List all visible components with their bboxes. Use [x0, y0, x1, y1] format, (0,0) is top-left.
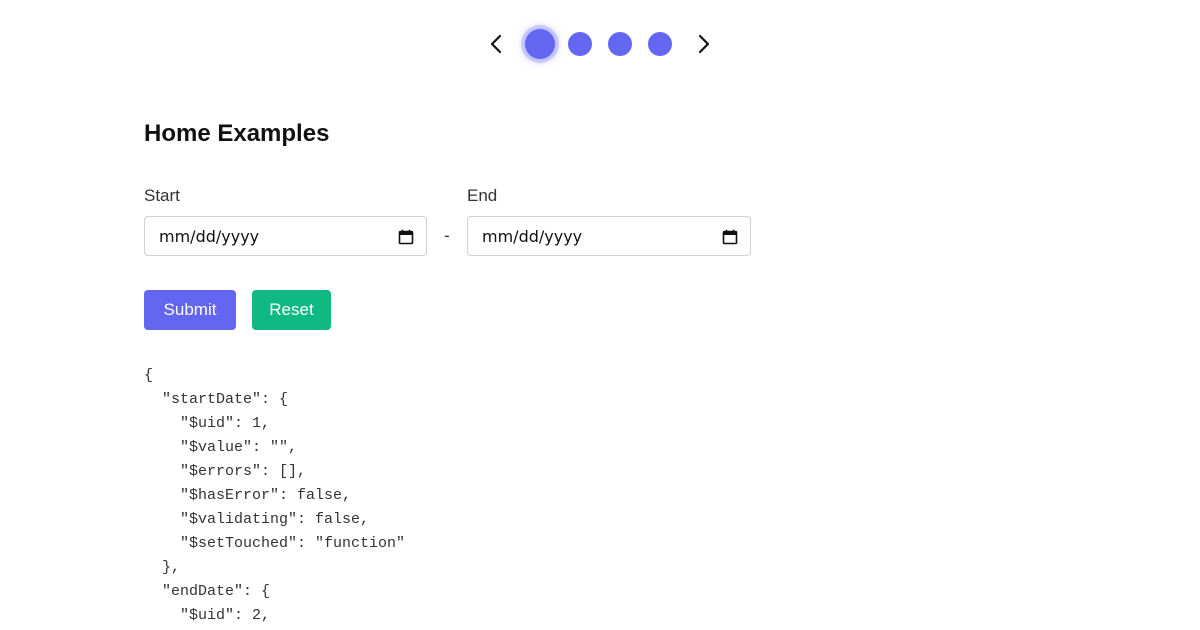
- end-date-input[interactable]: mm/dd/yyyy: [467, 216, 751, 256]
- chevron-right-icon[interactable]: [694, 32, 714, 56]
- pager-dot-3[interactable]: [608, 32, 632, 56]
- start-date-input[interactable]: mm/dd/yyyy: [144, 216, 427, 256]
- pager-dot-4[interactable]: [648, 32, 672, 56]
- chevron-left-icon[interactable]: [486, 32, 506, 56]
- pager-dot-1-active[interactable]: [525, 29, 555, 59]
- json-debug-output: { "startDate": { "$uid": 1, "$value": ""…: [144, 364, 405, 628]
- submit-button[interactable]: Submit: [144, 290, 236, 330]
- end-date-value: mm/dd/yyyy: [482, 227, 583, 246]
- json-line: "endDate": {: [144, 583, 271, 600]
- carousel-pager: [0, 24, 1200, 64]
- pager-dot-2[interactable]: [568, 32, 592, 56]
- json-line: },: [144, 559, 181, 576]
- end-date-label: End: [467, 186, 498, 205]
- json-line: {: [144, 367, 154, 384]
- start-date-label: Start: [144, 186, 180, 205]
- json-line: "startDate": {: [144, 391, 289, 408]
- json-line: "$uid": 2,: [144, 607, 271, 624]
- calendar-icon[interactable]: [398, 229, 414, 245]
- reset-button[interactable]: Reset: [252, 290, 331, 330]
- json-line: "$value": "",: [144, 439, 298, 456]
- date-range-separator: -: [444, 226, 450, 245]
- json-line: "$errors": [],: [144, 463, 307, 480]
- json-line: "$validating": false,: [144, 511, 370, 528]
- calendar-icon[interactable]: [722, 229, 738, 245]
- json-line: "$hasError": false,: [144, 487, 352, 504]
- page-title: Home Examples: [144, 120, 330, 147]
- json-line: "$uid": 1,: [144, 415, 271, 432]
- start-date-value: mm/dd/yyyy: [159, 227, 260, 246]
- json-line: "$setTouched": "function": [144, 535, 406, 552]
- page: Home Examples Start End mm/dd/yyyy - mm/…: [0, 0, 1200, 630]
